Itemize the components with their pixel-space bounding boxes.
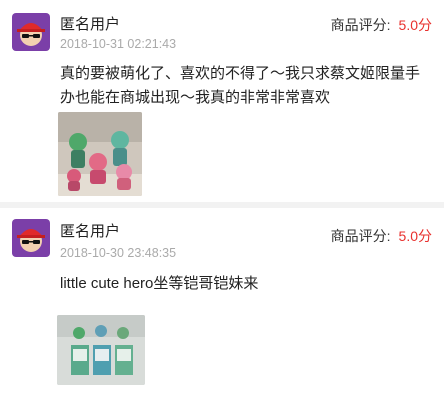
review-text: little cute hero坐等铠哥铠妹来	[60, 275, 259, 292]
rating-label: 商品评分:	[330, 17, 391, 33]
user-avatar-icon	[12, 13, 50, 51]
rating-label: 商品评分:	[330, 228, 391, 244]
avatar[interactable]	[12, 219, 50, 257]
rating-value: 5.0分	[398, 228, 432, 244]
rating: 商品评分: 5.0分	[331, 226, 432, 246]
rating-value: 5.0分	[398, 17, 432, 33]
avatar[interactable]	[12, 13, 50, 51]
figurine-photo-icon	[58, 112, 142, 196]
username: 匿名用户	[60, 223, 121, 240]
review-date: 2018-10-31 02:21:43	[60, 37, 177, 51]
figurine-photo-icon	[57, 315, 145, 385]
review-photo[interactable]	[58, 112, 142, 196]
rating: 商品评分: 5.0分	[331, 15, 432, 35]
username: 匿名用户	[60, 16, 121, 33]
review-item: 匿名用户 2018-10-31 02:21:43 商品评分: 5.0分 真的要被萌…	[0, 0, 444, 202]
review-photo[interactable]	[57, 315, 145, 385]
review-text: 真的要被萌化了、喜欢的不得了～我只求蔡文姬限量手办也能在商城出现～我真的非常非常…	[60, 65, 421, 106]
user-avatar-icon	[12, 219, 50, 257]
review-date: 2018-10-30 23:48:35	[60, 246, 177, 260]
